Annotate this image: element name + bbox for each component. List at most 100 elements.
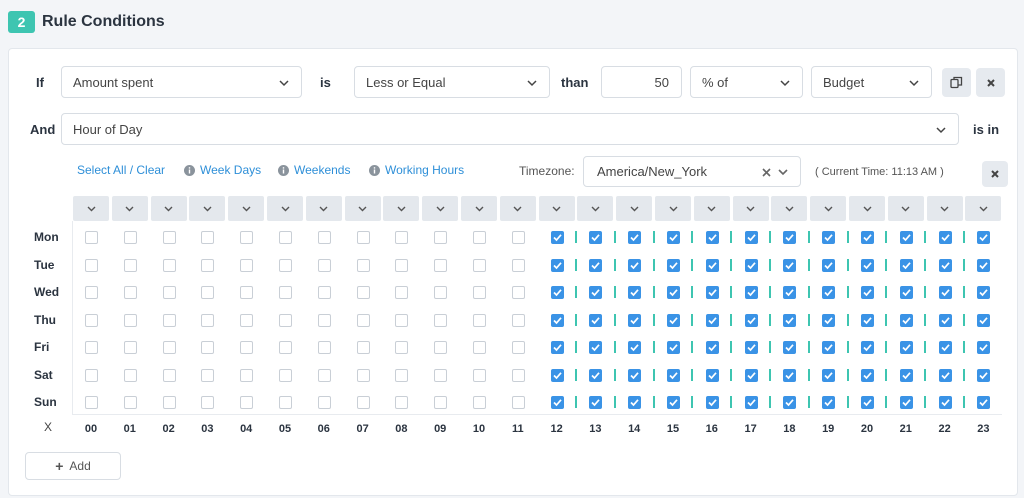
hour-checkbox[interactable] [511,286,525,299]
hour-checkbox[interactable] [123,286,137,299]
remove-condition-button[interactable] [976,68,1005,97]
hour-checkbox[interactable] [899,231,913,244]
column-toggle-05[interactable] [267,196,303,221]
hour-checkbox[interactable] [279,313,292,327]
hour-checkbox[interactable] [550,341,564,354]
hour-checkbox[interactable] [317,396,331,409]
hour-checkbox[interactable] [356,341,370,354]
select-all-clear-link[interactable]: Select All / Clear [77,163,165,177]
hour-checkbox[interactable] [783,313,797,327]
hour-checkbox[interactable] [279,258,292,272]
hour-checkbox[interactable] [511,231,525,244]
hour-checkbox[interactable] [434,341,448,354]
hour-checkbox[interactable] [861,231,874,244]
column-toggle-03[interactable] [189,196,226,221]
column-toggle-11[interactable] [499,196,536,221]
hour-checkbox[interactable] [279,368,292,382]
hour-checkbox[interactable] [783,258,797,272]
hour-checkbox[interactable] [589,286,603,299]
hour-checkbox[interactable] [977,231,991,244]
column-toggle-10[interactable] [461,196,497,221]
hour-checkbox[interactable] [511,258,525,272]
column-toggle-13[interactable] [577,196,614,221]
hour-checkbox[interactable] [85,258,98,272]
hour-checkbox[interactable] [822,231,836,244]
column-toggle-22[interactable] [926,196,963,221]
hour-checkbox[interactable] [667,286,680,299]
hour-checkbox[interactable] [201,313,215,327]
column-toggle-06[interactable] [305,196,342,221]
hour-checkbox[interactable] [667,396,680,409]
hour-checkbox[interactable] [473,341,486,354]
hour-checkbox[interactable] [783,341,797,354]
metric-select[interactable]: Amount spent [61,66,302,98]
column-toggle-15[interactable] [655,196,691,221]
timezone-select[interactable]: America/New_York [583,156,801,187]
hour-checkbox[interactable] [744,313,758,327]
hour-checkbox[interactable] [899,286,913,299]
hour-checkbox[interactable] [938,341,952,354]
hour-checkbox[interactable] [861,368,874,382]
hour-checkbox[interactable] [705,396,719,409]
column-toggle-02[interactable] [150,196,187,221]
hour-checkbox[interactable] [667,258,680,272]
hour-checkbox[interactable] [628,231,642,244]
hour-checkbox[interactable] [628,313,642,327]
add-condition-button[interactable]: + Add [25,452,121,480]
hour-of-day-select[interactable]: Hour of Day [61,113,959,145]
hour-checkbox[interactable] [473,286,486,299]
hour-checkbox[interactable] [473,396,486,409]
hour-checkbox[interactable] [395,313,409,327]
reference-select[interactable]: Budget [811,66,932,98]
hour-checkbox[interactable] [744,368,758,382]
column-toggle-08[interactable] [383,196,420,221]
hour-checkbox[interactable] [628,396,642,409]
hour-checkbox[interactable] [783,368,797,382]
hour-checkbox[interactable] [395,396,409,409]
hour-checkbox[interactable] [822,396,836,409]
weekends-link[interactable]: Weekends [278,163,350,177]
hour-checkbox[interactable] [395,341,409,354]
hour-checkbox[interactable] [162,341,176,354]
hour-checkbox[interactable] [317,231,331,244]
hour-checkbox[interactable] [589,341,603,354]
hour-checkbox[interactable] [434,286,448,299]
hour-checkbox[interactable] [550,258,564,272]
hour-checkbox[interactable] [511,341,525,354]
column-toggle-19[interactable] [810,196,847,221]
hour-checkbox[interactable] [434,396,448,409]
hour-checkbox[interactable] [395,286,409,299]
hour-checkbox[interactable] [861,258,874,272]
hour-checkbox[interactable] [240,341,254,354]
hour-checkbox[interactable] [822,313,836,327]
hour-checkbox[interactable] [899,341,913,354]
hour-checkbox[interactable] [511,368,525,382]
hour-checkbox[interactable] [434,231,448,244]
hour-checkbox[interactable] [705,286,719,299]
hour-checkbox[interactable] [550,396,564,409]
hour-checkbox[interactable] [123,258,137,272]
hour-checkbox[interactable] [977,368,991,382]
hour-checkbox[interactable] [317,258,331,272]
hour-checkbox[interactable] [123,341,137,354]
hour-checkbox[interactable] [938,258,952,272]
hour-checkbox[interactable] [279,396,292,409]
hour-checkbox[interactable] [201,396,215,409]
hour-checkbox[interactable] [628,341,642,354]
hour-checkbox[interactable] [162,231,176,244]
hour-checkbox[interactable] [899,258,913,272]
hour-checkbox[interactable] [899,313,913,327]
hour-checkbox[interactable] [667,231,680,244]
hour-checkbox[interactable] [356,313,370,327]
hour-checkbox[interactable] [162,286,176,299]
hour-checkbox[interactable] [240,368,254,382]
hour-checkbox[interactable] [628,258,642,272]
hour-checkbox[interactable] [240,396,254,409]
hour-checkbox[interactable] [861,396,874,409]
hour-checkbox[interactable] [977,258,991,272]
hour-checkbox[interactable] [938,286,952,299]
column-toggle-21[interactable] [887,196,924,221]
hour-checkbox[interactable] [201,341,215,354]
hour-checkbox[interactable] [356,231,370,244]
hour-checkbox[interactable] [705,313,719,327]
